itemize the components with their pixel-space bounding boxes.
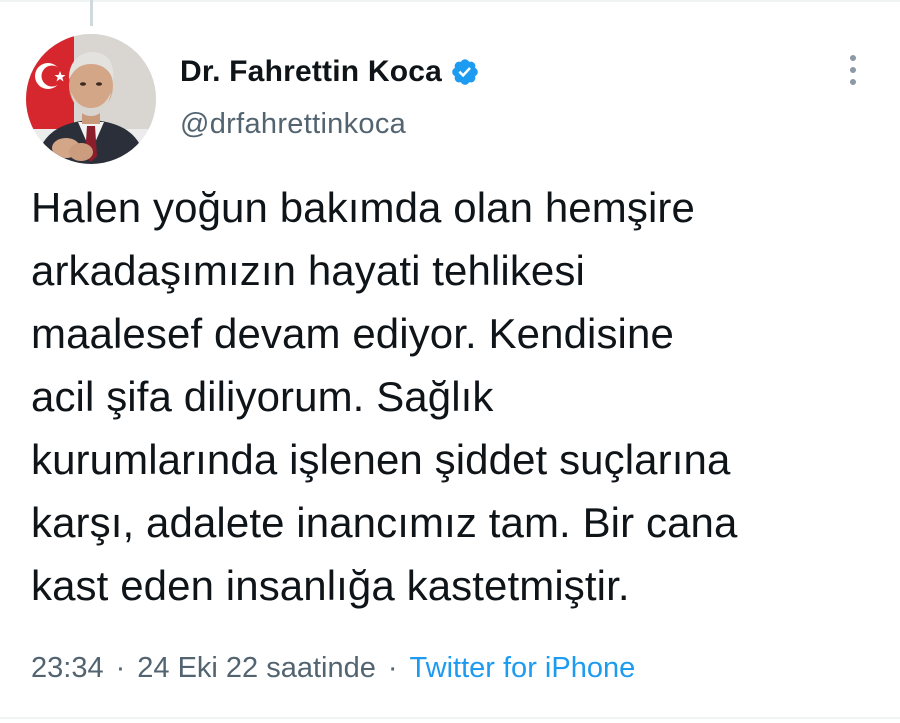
tweet-text: Halen yoğun bakımda olan hemşire arkadaş… [31, 184, 738, 609]
more-options-button[interactable] [835, 52, 871, 88]
more-vertical-icon [850, 55, 856, 85]
tweet-metadata: 23:34 · 24 Eki 22 saatinde · Twitter for… [31, 652, 635, 685]
tweet-time[interactable]: 23:34 [31, 652, 104, 685]
tweet-author-header: Dr. Fahrettin Koca @drfahrettinkoca [180, 52, 480, 141]
meta-separator: · [115, 652, 126, 684]
author-display-name[interactable]: Dr. Fahrettin Koca [180, 55, 442, 89]
top-divider [0, 0, 900, 2]
verified-badge-icon [450, 57, 480, 87]
profile-photo-icon [26, 34, 156, 164]
tweet-source-link[interactable]: Twitter for iPhone [410, 652, 636, 685]
tweet-date[interactable]: 24 Eki 22 saatinde [137, 652, 376, 685]
thread-connector-line [90, 0, 93, 26]
meta-separator: · [387, 652, 398, 684]
bottom-divider [0, 717, 900, 719]
avatar[interactable] [26, 34, 156, 164]
author-handle[interactable]: @drfahrettinkoca [180, 108, 480, 141]
name-row: Dr. Fahrettin Koca [180, 52, 480, 92]
